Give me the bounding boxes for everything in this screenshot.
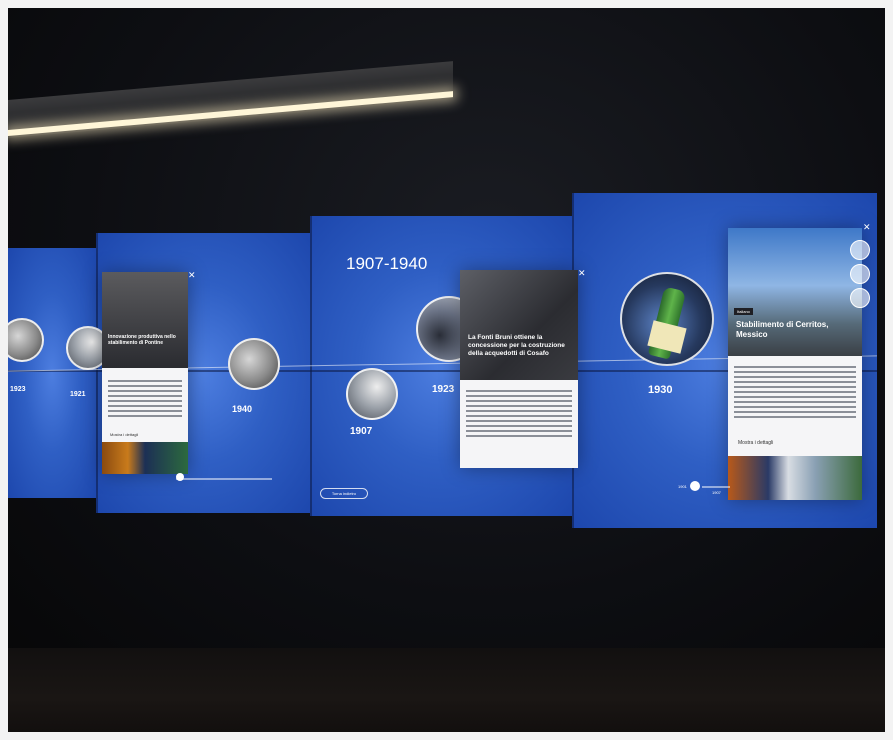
timeline-photo[interactable] xyxy=(620,272,714,366)
year-label: 1923 xyxy=(432,384,455,395)
nav-track[interactable] xyxy=(702,486,730,488)
nav-year-right: 1907 xyxy=(712,490,721,495)
card-more-link[interactable]: Mostra i dettagli xyxy=(110,432,138,437)
year-label: 1930 xyxy=(648,384,673,396)
zoom-icon[interactable] xyxy=(850,264,870,284)
card-body-text xyxy=(108,380,182,420)
video-wall: 1923 1921 1940 1907 1923 1930 1907-1940 … xyxy=(8,188,885,528)
card-body-text xyxy=(466,390,572,440)
panel-seam xyxy=(96,233,98,513)
card-thumbnails xyxy=(102,442,188,474)
scrubber-handle[interactable] xyxy=(176,473,184,481)
card-title: Innovazione produttiva nello stabiliment… xyxy=(108,334,176,346)
card-more-link[interactable]: Mostra i dettagli xyxy=(738,440,773,446)
period-title: 1907-1940 xyxy=(346,254,428,273)
timeline-photo[interactable] xyxy=(346,368,398,420)
timeline-photo[interactable] xyxy=(228,338,280,390)
card-title: La Fonti Bruni ottiene la concessione pe… xyxy=(468,334,565,357)
screen-panels: 1923 1921 1940 1907 1923 1930 1907-1940 … xyxy=(8,188,885,528)
year-label: 1921 xyxy=(70,391,86,398)
screen-panel xyxy=(8,248,96,498)
card-thumbnails xyxy=(728,456,862,500)
photo-frame: 1923 1921 1940 1907 1923 1930 1907-1940 … xyxy=(8,8,885,732)
card-title: Stabilimento di Cerritos, Messico xyxy=(736,320,829,339)
year-label: 1923 xyxy=(10,386,26,393)
share-icon[interactable] xyxy=(850,240,870,260)
close-icon[interactable]: ✕ xyxy=(863,222,871,233)
year-label: 1907 xyxy=(350,426,373,437)
year-label: 1940 xyxy=(232,404,253,414)
back-button[interactable]: Torna indietro xyxy=(320,488,368,499)
detail-card-center[interactable]: La Fonti Bruni ottiene la concessione pe… xyxy=(460,270,578,468)
detail-card-right[interactable]: Italiano Stabilimento di Cerritos, Messi… xyxy=(728,228,862,500)
card-body-text xyxy=(734,366,856,421)
card-image xyxy=(460,270,578,380)
close-icon[interactable]: ✕ xyxy=(578,268,586,279)
floor xyxy=(8,648,885,732)
timeline-scrubber[interactable] xyxy=(176,478,272,480)
info-icon[interactable] xyxy=(850,288,870,308)
nav-current-dot[interactable] xyxy=(690,481,700,491)
card-tag: Italiano xyxy=(734,308,753,315)
card-image xyxy=(102,272,188,368)
close-icon[interactable]: ✕ xyxy=(188,270,196,281)
detail-card-left[interactable]: Innovazione produttiva nello stabiliment… xyxy=(102,272,188,474)
nav-year-left: 1901 xyxy=(678,484,687,489)
